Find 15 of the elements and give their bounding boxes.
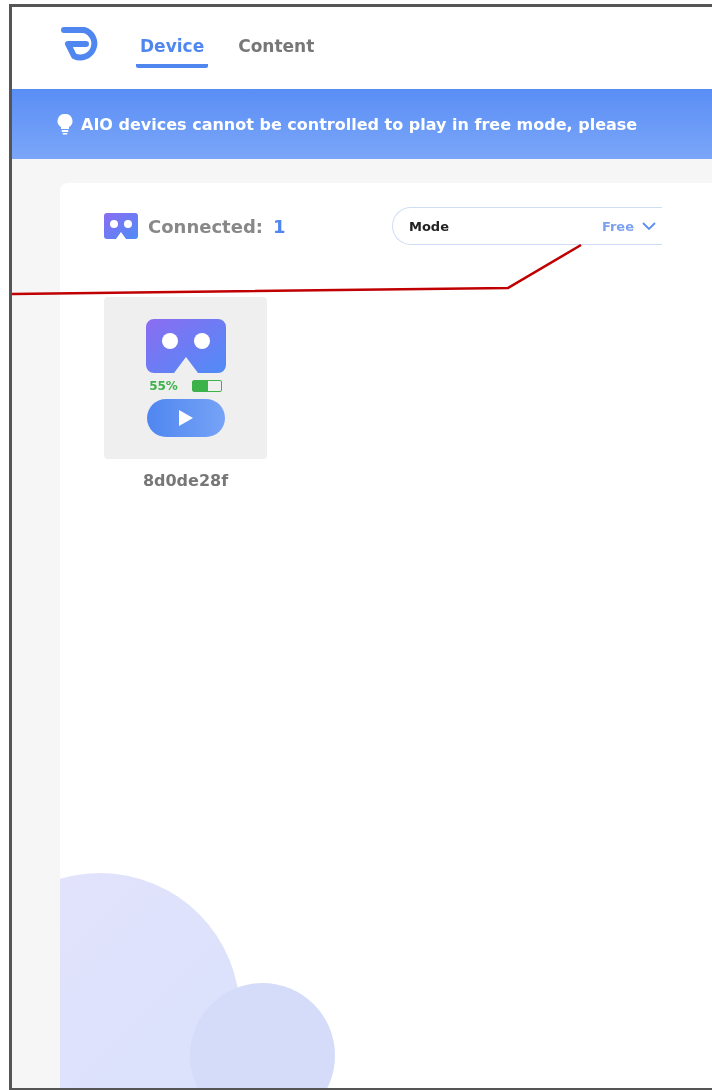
nav-tab[interactable]: Device bbox=[136, 28, 209, 68]
play-icon bbox=[177, 409, 194, 427]
connected-count: 1 bbox=[273, 215, 286, 237]
battery-icon bbox=[191, 380, 222, 392]
vr-headset-icon bbox=[145, 319, 226, 373]
chevron-down-icon bbox=[642, 221, 656, 231]
nav-tab[interactable]: Content bbox=[234, 28, 319, 68]
vr-headset-icon bbox=[104, 213, 138, 239]
device-tile[interactable]: 55% bbox=[104, 297, 267, 459]
connected-label: Connected: bbox=[148, 215, 263, 237]
battery-percent: 55% bbox=[149, 379, 178, 393]
device-name: 8d0de28f bbox=[142, 471, 229, 490]
play-button[interactable] bbox=[146, 399, 225, 437]
banner-text: AIO devices cannot be controlled to play in free mode, please bbox=[81, 114, 638, 134]
lightbulb-icon bbox=[57, 113, 73, 135]
